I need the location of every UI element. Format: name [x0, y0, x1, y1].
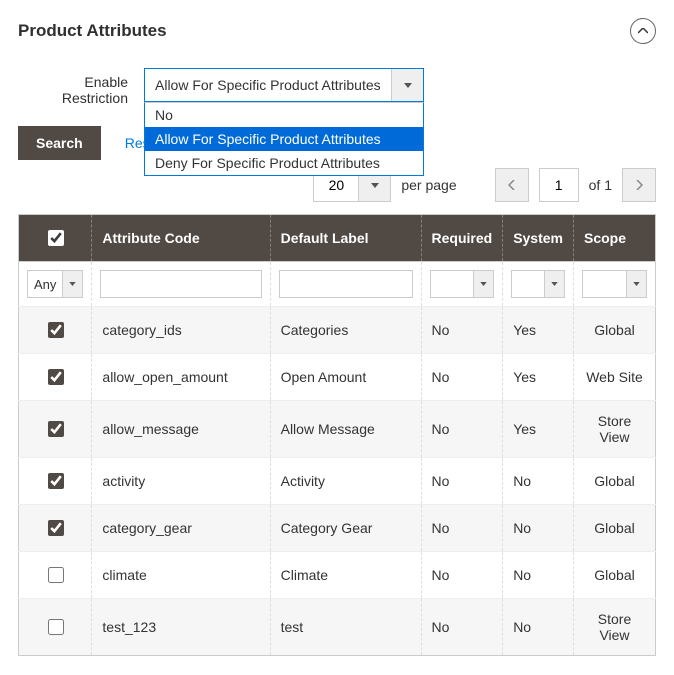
filter-required[interactable] — [430, 270, 495, 298]
column-header-scope[interactable]: Scope — [574, 215, 656, 262]
search-button[interactable]: Search — [18, 126, 101, 160]
filter-attribute-code[interactable] — [100, 270, 261, 298]
filter-checkbox-mode-value: Any — [28, 271, 62, 297]
filter-system-arrow[interactable] — [544, 271, 564, 297]
per-page-label: per page — [401, 177, 456, 193]
row-checkbox[interactable] — [48, 567, 64, 583]
enable-restriction-option[interactable]: Deny For Specific Product Attributes — [145, 151, 423, 175]
table-row[interactable]: category_idsCategoriesNoYesGlobal — [19, 307, 656, 354]
enable-restriction-select[interactable]: Allow For Specific Product Attributes — [144, 68, 424, 102]
caret-down-icon — [371, 183, 379, 188]
cell-attribute-code: allow_open_amount — [92, 354, 270, 401]
filter-scope[interactable] — [582, 270, 647, 298]
cell-scope: Web Site — [574, 354, 656, 401]
cell-system: Yes — [503, 307, 574, 354]
cell-system: No — [503, 552, 574, 599]
filter-required-value — [431, 271, 474, 297]
cell-system: No — [503, 505, 574, 552]
cell-required: No — [421, 458, 503, 505]
cell-attribute-code: category_ids — [92, 307, 270, 354]
cell-scope: Global — [574, 552, 656, 599]
column-header-system[interactable]: System — [503, 215, 574, 262]
row-checkbox[interactable] — [48, 369, 64, 385]
filter-system[interactable] — [511, 270, 565, 298]
table-row[interactable]: category_gearCategory GearNoNoGlobal — [19, 505, 656, 552]
column-header-default-label[interactable]: Default Label — [270, 215, 421, 262]
caret-down-icon — [551, 282, 558, 286]
cell-default-label: Open Amount — [270, 354, 421, 401]
cell-attribute-code: test_123 — [92, 599, 270, 656]
chevron-left-icon — [508, 180, 515, 190]
cell-default-label: test — [270, 599, 421, 656]
chevron-up-icon — [638, 28, 648, 34]
filter-checkbox-mode[interactable]: Any — [27, 270, 83, 298]
cell-required: No — [421, 505, 503, 552]
cell-attribute-code: climate — [92, 552, 270, 599]
table-row[interactable]: activityActivityNoNoGlobal — [19, 458, 656, 505]
cell-system: No — [503, 458, 574, 505]
cell-required: No — [421, 354, 503, 401]
enable-restriction-dropdown: NoAllow For Specific Product AttributesD… — [144, 102, 424, 176]
caret-down-icon — [69, 282, 76, 286]
row-checkbox[interactable] — [48, 619, 64, 635]
cell-default-label: Category Gear — [270, 505, 421, 552]
enable-restriction-value: Allow For Specific Product Attributes — [145, 69, 391, 101]
cell-default-label: Allow Message — [270, 401, 421, 458]
prev-page-button[interactable] — [495, 168, 529, 202]
column-header-required[interactable]: Required — [421, 215, 503, 262]
current-page-input[interactable] — [539, 168, 579, 202]
cell-scope: Global — [574, 505, 656, 552]
filter-scope-arrow[interactable] — [626, 271, 646, 297]
table-row[interactable]: allow_messageAllow MessageNoYesStore Vie… — [19, 401, 656, 458]
cell-attribute-code: category_gear — [92, 505, 270, 552]
table-row[interactable]: allow_open_amountOpen AmountNoYesWeb Sit… — [19, 354, 656, 401]
cell-default-label: Activity — [270, 458, 421, 505]
page-title: Product Attributes — [18, 21, 167, 41]
filter-scope-value — [583, 271, 626, 297]
cell-scope: Global — [574, 458, 656, 505]
enable-restriction-option[interactable]: No — [145, 103, 423, 127]
caret-down-icon — [480, 282, 487, 286]
column-header-checkbox — [19, 215, 92, 262]
attribute-grid: Attribute Code Default Label Required Sy… — [18, 214, 656, 656]
column-header-attribute-code[interactable]: Attribute Code — [92, 215, 270, 262]
row-checkbox[interactable] — [48, 520, 64, 536]
table-row[interactable]: climateClimateNoNoGlobal — [19, 552, 656, 599]
filter-required-arrow[interactable] — [473, 271, 493, 297]
cell-required: No — [421, 599, 503, 656]
filter-default-label[interactable] — [279, 270, 413, 298]
caret-down-icon — [633, 282, 640, 286]
total-pages: of 1 — [589, 177, 612, 193]
cell-attribute-code: allow_message — [92, 401, 270, 458]
cell-scope: Global — [574, 307, 656, 354]
row-checkbox[interactable] — [48, 421, 64, 437]
enable-restriction-label: Enable Restriction — [28, 68, 128, 106]
cell-default-label: Categories — [270, 307, 421, 354]
filter-system-value — [512, 271, 544, 297]
cell-required: No — [421, 552, 503, 599]
select-all-checkbox[interactable] — [48, 230, 64, 246]
filter-checkbox-mode-arrow[interactable] — [62, 271, 82, 297]
cell-system: Yes — [503, 401, 574, 458]
cell-scope: Store View — [574, 599, 656, 656]
cell-required: No — [421, 307, 503, 354]
cell-attribute-code: activity — [92, 458, 270, 505]
enable-restriction-arrow[interactable] — [391, 69, 423, 101]
collapse-toggle[interactable] — [630, 18, 656, 44]
enable-restriction-option[interactable]: Allow For Specific Product Attributes — [145, 127, 423, 151]
cell-default-label: Climate — [270, 552, 421, 599]
chevron-right-icon — [636, 180, 643, 190]
cell-system: No — [503, 599, 574, 656]
next-page-button[interactable] — [622, 168, 656, 202]
row-checkbox[interactable] — [48, 322, 64, 338]
cell-system: Yes — [503, 354, 574, 401]
cell-scope: Store View — [574, 401, 656, 458]
row-checkbox[interactable] — [48, 473, 64, 489]
caret-down-icon — [404, 83, 412, 88]
table-row[interactable]: test_123testNoNoStore View — [19, 599, 656, 656]
cell-required: No — [421, 401, 503, 458]
